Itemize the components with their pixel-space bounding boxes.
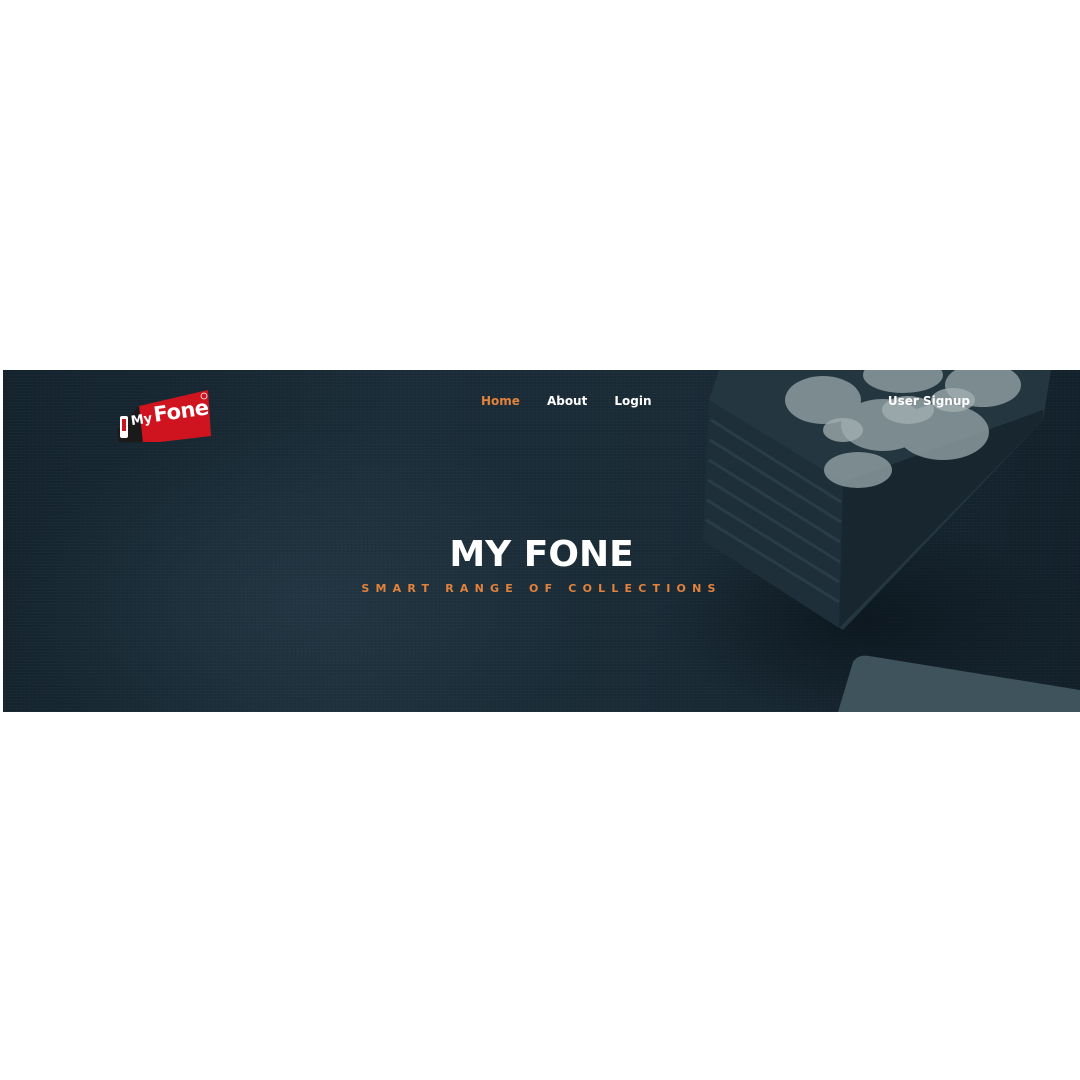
brand-logo[interactable]: My Fone <box>113 386 223 442</box>
main-nav: Home About Login <box>481 394 651 408</box>
page: My Fone Home About Login User Signup MY … <box>0 0 1080 1080</box>
hero-subtitle: SMART RANGE OF COLLECTIONS <box>361 582 722 595</box>
logo-my-text: My <box>129 411 154 430</box>
phone-icon <box>120 416 128 438</box>
hero-banner: My Fone Home About Login User Signup MY … <box>3 370 1080 712</box>
nav-item-home[interactable]: Home <box>481 394 520 408</box>
user-signup-link[interactable]: User Signup <box>888 394 970 408</box>
hero-title: MY FONE <box>449 534 634 575</box>
nav-item-about[interactable]: About <box>547 394 587 408</box>
nav-item-login[interactable]: Login <box>614 394 651 408</box>
